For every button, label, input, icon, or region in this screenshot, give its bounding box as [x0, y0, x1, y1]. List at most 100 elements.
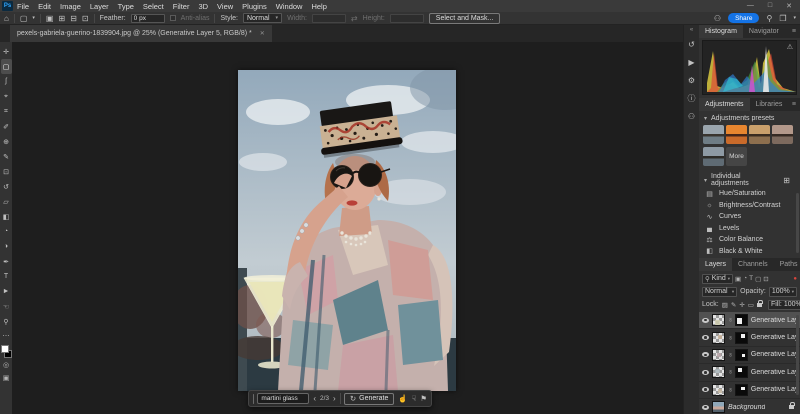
- report-flag-icon[interactable]: ⚑: [420, 394, 427, 403]
- preset-thumbnail[interactable]: [703, 125, 724, 144]
- lock-image-pixels-icon[interactable]: ✎: [731, 301, 736, 309]
- properties-icon[interactable]: ⚙: [685, 73, 699, 88]
- anti-alias-checkbox[interactable]: [169, 15, 176, 21]
- edit-toolbar-icon[interactable]: ⋯: [1, 329, 12, 342]
- tab-channels[interactable]: Channels: [732, 258, 774, 271]
- menu-item[interactable]: View: [217, 2, 233, 11]
- move-tool[interactable]: ✛: [1, 44, 12, 59]
- mask-link-icon[interactable]: ∞: [727, 370, 733, 374]
- fill-select[interactable]: Fill: 100% ▾: [767, 299, 800, 310]
- previous-variation-icon[interactable]: ‹: [313, 394, 316, 403]
- filter-type-layers-icon[interactable]: T: [749, 275, 753, 282]
- gradient-tool[interactable]: ◧: [1, 209, 12, 224]
- menu-item[interactable]: 3D: [198, 2, 208, 11]
- actions-icon[interactable]: ▶: [685, 55, 699, 70]
- scrollbar-thumb[interactable]: [796, 193, 799, 253]
- grid-view-icon[interactable]: ⊞: [783, 176, 795, 185]
- menu-item[interactable]: Edit: [38, 2, 51, 11]
- tab-navigator[interactable]: Navigator: [743, 25, 785, 38]
- collapse-panels-icon[interactable]: «: [690, 27, 693, 33]
- add-to-selection-icon[interactable]: ⊞: [58, 14, 65, 23]
- feather-input[interactable]: [130, 13, 165, 23]
- eyedropper-tool[interactable]: ✐: [1, 119, 12, 134]
- menu-item[interactable]: Select: [143, 2, 164, 11]
- healing-brush-tool[interactable]: ⊕: [1, 134, 12, 149]
- path-selection-tool[interactable]: ►: [1, 284, 12, 299]
- foreground-color-swatch[interactable]: [0, 345, 9, 353]
- menu-item[interactable]: Image: [60, 2, 81, 11]
- tab-adjustments[interactable]: Adjustments: [699, 98, 750, 111]
- minimize-button[interactable]: —: [747, 2, 754, 10]
- type-tool[interactable]: T: [1, 269, 12, 284]
- intersect-selection-icon[interactable]: ⊡: [82, 14, 89, 23]
- tab-layers[interactable]: Layers: [699, 258, 733, 271]
- layer-thumbnail[interactable]: [712, 314, 725, 327]
- tab-libraries[interactable]: Libraries: [750, 98, 789, 111]
- blur-tool[interactable]: ◔: [1, 224, 12, 239]
- adjustment-item[interactable]: ▄ Levels: [699, 223, 800, 235]
- close-tab-icon[interactable]: ✕: [260, 30, 265, 37]
- visibility-eye-icon[interactable]: [702, 352, 709, 358]
- width-input[interactable]: [311, 13, 346, 23]
- brush-tool[interactable]: ✎: [1, 149, 12, 164]
- layer-row-generative-4[interactable]: ∞ Generative Layer 4: [699, 329, 800, 347]
- comments-icon[interactable]: ⚇: [685, 109, 699, 124]
- layer-mask-thumbnail[interactable]: [734, 314, 748, 327]
- generate-button[interactable]: ↻ Generate: [343, 392, 395, 405]
- layer-thumbnail[interactable]: [712, 401, 725, 414]
- layer-row-generative-2[interactable]: ∞ Generative Layer 2: [699, 364, 800, 382]
- history-brush-tool[interactable]: ↺: [1, 179, 12, 194]
- adjustment-item[interactable]: ⚖ Color Balance: [699, 234, 800, 246]
- tab-paths[interactable]: Paths: [774, 258, 800, 271]
- lasso-tool[interactable]: ʃ: [1, 74, 12, 89]
- filter-shape-layers-icon[interactable]: ▢: [755, 275, 761, 283]
- chevron-down-icon[interactable]: ▾: [793, 14, 796, 23]
- preset-thumbnail[interactable]: [703, 147, 724, 166]
- warning-icon[interactable]: ⚠: [787, 43, 793, 51]
- preset-thumbnail[interactable]: [749, 125, 770, 144]
- subtract-selection-icon[interactable]: ⊟: [70, 14, 77, 23]
- adjustment-item[interactable]: ▤ Hue/Saturation: [699, 188, 800, 200]
- individual-adjustments-header[interactable]: ▾ Individual adjustments ⊞: [699, 173, 800, 187]
- height-input[interactable]: [389, 13, 424, 23]
- menu-item[interactable]: Plugins: [242, 2, 267, 11]
- maximize-button[interactable]: □: [768, 2, 772, 10]
- filter-pixel-layers-icon[interactable]: ▣: [735, 275, 741, 283]
- menu-item[interactable]: Window: [276, 2, 303, 11]
- contextual-task-bar[interactable]: ‹ 2/3 › ↻ Generate ☝ ☟ ⚑: [248, 390, 432, 407]
- canvas-area[interactable]: ‹ 2/3 › ↻ Generate ☝ ☟ ⚑: [12, 42, 683, 414]
- swap-dimensions-icon[interactable]: ⇄: [351, 14, 358, 23]
- menu-item[interactable]: Filter: [173, 2, 190, 11]
- mask-link-icon[interactable]: ∞: [727, 388, 733, 392]
- filter-adjustment-layers-icon[interactable]: ◔: [743, 275, 747, 282]
- visibility-eye-icon[interactable]: [702, 317, 709, 323]
- screen-mode-icon[interactable]: ▣: [1, 371, 12, 384]
- menu-item[interactable]: Type: [118, 2, 134, 11]
- close-button[interactable]: ✕: [786, 2, 792, 10]
- layer-thumbnail[interactable]: [712, 348, 725, 361]
- layer-mask-thumbnail[interactable]: [734, 348, 748, 361]
- layer-thumbnail[interactable]: [712, 383, 725, 396]
- scrollbar-thumb[interactable]: [796, 315, 799, 395]
- filter-smart-objects-icon[interactable]: ⊡: [763, 275, 768, 283]
- filter-kind-select[interactable]: ⚲ Kind ▾: [702, 273, 734, 284]
- document-tab[interactable]: pexels-gabriela-guerino-1839904.jpg @ 25…: [10, 25, 272, 42]
- workspace-switcher-icon[interactable]: ❐: [779, 14, 786, 23]
- visibility-eye-icon[interactable]: [702, 369, 709, 375]
- quick-mask-icon[interactable]: ◎: [1, 358, 12, 371]
- lock-transparent-pixels-icon[interactable]: ▨: [722, 301, 728, 309]
- adjustment-item[interactable]: ∿ Curves: [699, 211, 800, 223]
- adjustments-presets-header[interactable]: ▾ Adjustments presets: [699, 112, 800, 124]
- preset-thumbnail[interactable]: [726, 125, 747, 144]
- visibility-eye-icon[interactable]: [702, 404, 709, 410]
- zoom-tool[interactable]: ⚲: [1, 314, 12, 329]
- chevron-down-icon[interactable]: ▾: [32, 14, 35, 23]
- more-presets-button[interactable]: More: [726, 147, 747, 166]
- adjustment-item[interactable]: ◧ Black & White: [699, 246, 800, 258]
- style-select[interactable]: Normal ▾: [242, 13, 283, 23]
- menu-item[interactable]: File: [17, 2, 29, 11]
- share-button[interactable]: Share: [728, 13, 760, 23]
- prompt-input[interactable]: [257, 393, 310, 404]
- pen-tool[interactable]: ✒: [1, 254, 12, 269]
- crop-tool[interactable]: ⌗: [1, 104, 12, 119]
